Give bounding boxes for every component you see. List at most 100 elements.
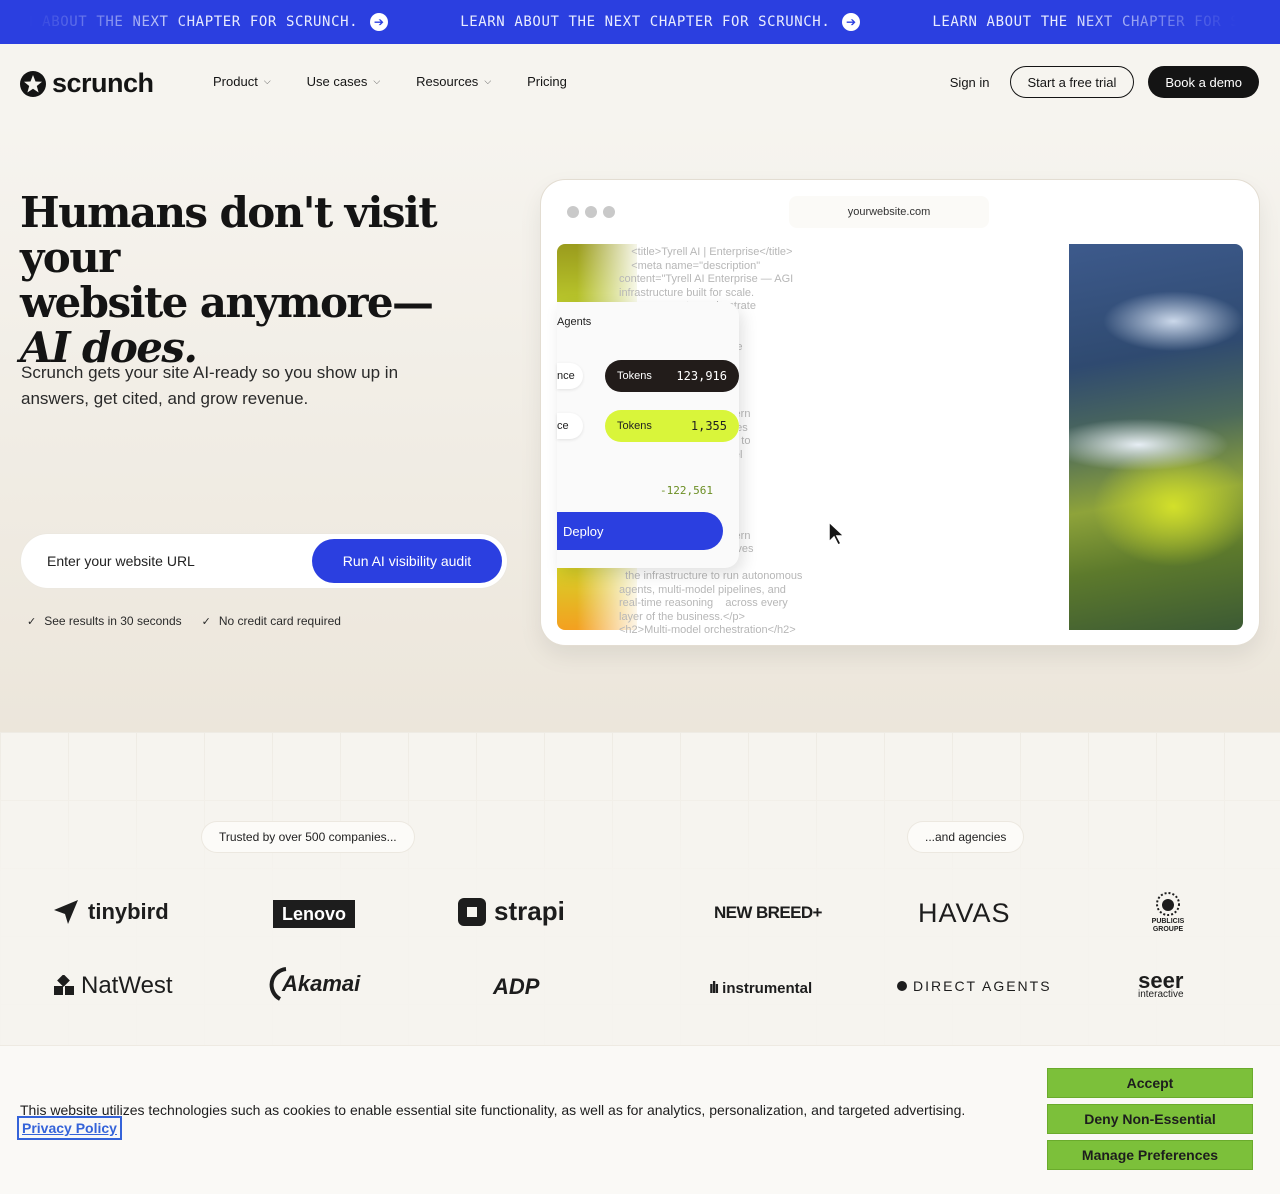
nav-resources[interactable]: Resources ⌵ xyxy=(416,74,491,89)
hero-title-line: website anymore— xyxy=(20,278,434,327)
banner-message[interactable]: LEARN ABOUT THE NEXT CHAPTER FOR SCRUNCH… xyxy=(460,13,861,31)
brand-text: GROUPE xyxy=(1152,926,1184,933)
checkmark-icon: ✓ xyxy=(201,615,211,628)
landscape-image xyxy=(1069,244,1243,630)
brand-text: instrumental xyxy=(722,979,813,997)
dot-icon xyxy=(897,981,907,991)
logos-section: Trusted by over 500 companies... ...and … xyxy=(0,732,1280,1052)
browser-mockup: yourwebsite.com <title>Tyrell AI | Enter… xyxy=(541,180,1259,645)
logo-strapi: strapi xyxy=(458,896,565,927)
checkmark-icon: ✓ xyxy=(27,615,37,628)
chevron-down-icon: ⌵ xyxy=(484,76,492,86)
tokens-label: Tokens xyxy=(617,420,652,432)
brand-text: seer xyxy=(1138,968,1184,993)
banner-fade-left xyxy=(0,0,200,44)
book-demo-button[interactable]: Book a demo xyxy=(1148,66,1259,98)
scrunch-star-icon xyxy=(20,70,46,97)
hero-section: Humans don't visit your website anymore—… xyxy=(0,120,1280,732)
logo-havas: HAVAS xyxy=(918,898,1011,928)
logo-text: scrunch xyxy=(52,68,154,98)
banner-fade-right xyxy=(1060,0,1280,44)
site-header: scrunch Product ⌵ Use cases ⌵ Resources ⌵ P… xyxy=(0,44,1280,120)
arrow-right-icon: ➔ xyxy=(370,13,389,31)
logo-akamai: Akamai xyxy=(266,966,360,1002)
bird-icon xyxy=(54,900,78,924)
trusted-tag: Trusted by over 500 companies... xyxy=(202,822,414,852)
strapi-icon xyxy=(458,897,486,926)
window-dot xyxy=(567,206,579,218)
arrow-right-icon: ➔ xyxy=(842,13,861,31)
tokens-value: 1,355 xyxy=(690,419,727,433)
window-dot xyxy=(585,206,597,218)
logo-tinybird: tinybird xyxy=(52,898,169,926)
privacy-policy-link[interactable]: Privacy Policy xyxy=(17,1116,122,1140)
address-bar: yourwebsite.com xyxy=(789,196,989,228)
lion-crest-icon xyxy=(1156,892,1180,916)
row-stub: nce xyxy=(557,363,583,389)
announcement-banner[interactable]: LEARN ABOUT THE NEXT CHAPTER FOR SCRUNCH… xyxy=(0,0,1280,44)
logo[interactable]: scrunch xyxy=(20,68,154,99)
hero-checks: ✓ See results in 30 seconds ✓ No credit ca… xyxy=(27,614,361,628)
code-line: infrastructure built for scale. xyxy=(619,286,755,299)
nav-label: Resources xyxy=(416,74,479,89)
tokens-pill-dark: Tokens 123,916 xyxy=(605,360,739,392)
nav-pricing[interactable]: Pricing xyxy=(527,74,567,89)
deny-non-essential-button[interactable]: Deny Non-Essential xyxy=(1047,1104,1253,1134)
window-dot xyxy=(603,206,615,218)
brand-text: NatWest xyxy=(81,972,173,999)
check-text: See results in 30 seconds xyxy=(44,614,182,628)
code-line: <title>Tyrell AI | Enterprise</title> xyxy=(619,246,793,258)
chevron-down-icon: ⌵ xyxy=(373,76,381,86)
code-line: the infrastructure to run autonomous xyxy=(619,570,803,582)
check-item: ✓ No credit card required xyxy=(202,614,341,628)
row-stub: ce xyxy=(557,413,583,439)
hero-title: Humans don't visit your website anymore—… xyxy=(20,190,500,370)
tokens-label: Tokens xyxy=(617,370,652,382)
code-line: content="Tyrell AI Enterprise — AGI xyxy=(619,273,794,285)
hero-subtitle: Scrunch gets your site AI-ready so you s… xyxy=(21,363,399,408)
header-actions: Sign in Start a free trial Book a demo xyxy=(950,66,1259,98)
tokens-delta: -122,561 xyxy=(660,484,713,497)
logo-adp: ADP xyxy=(493,974,540,999)
run-audit-button[interactable]: Run AI visibility audit xyxy=(312,539,502,583)
banner-text: LEARN ABOUT THE NEXT CHAPTER FOR SCRUNCH… xyxy=(460,14,831,30)
brand-text: tinybird xyxy=(88,899,169,924)
code-line: layer of the business.</p> xyxy=(619,610,745,623)
nav-label: Use cases xyxy=(306,74,368,89)
logo-natwest: NatWest xyxy=(53,972,173,1000)
logo-direct-agents: DIRECT AGENTS xyxy=(897,978,1052,994)
hero-title-line: Humans don't visit your xyxy=(20,188,438,282)
logo-new-breed: NEW BREED+ xyxy=(714,903,822,922)
code-line: agents, multi-model pipelines, and xyxy=(619,583,786,596)
url-audit-form: Run AI visibility audit xyxy=(21,534,507,588)
window-dots xyxy=(567,206,621,218)
nav-label: Product xyxy=(213,74,258,89)
agencies-tag: ...and agencies xyxy=(908,822,1024,852)
tokens-pill-lime: Tokens 1,355 xyxy=(605,410,739,442)
mouse-pointer-icon xyxy=(827,520,849,551)
manage-preferences-button[interactable]: Manage Preferences xyxy=(1047,1140,1253,1170)
logos-overlay xyxy=(0,732,1280,1052)
check-item: ✓ See results in 30 seconds xyxy=(27,614,182,628)
logo-publicis: PUBLICIS GROUPE xyxy=(1140,890,1196,934)
cookie-banner: This website utilizes technologies such … xyxy=(0,1046,1280,1194)
accept-cookies-button[interactable]: Accept xyxy=(1047,1068,1253,1098)
start-free-trial-button[interactable]: Start a free trial xyxy=(1009,66,1135,98)
logo-seer: seer interactive xyxy=(1138,968,1184,1000)
website-url-input[interactable] xyxy=(47,534,307,588)
brand-text: DIRECT AGENTS xyxy=(913,978,1052,994)
brand-text: Akamai xyxy=(282,971,361,996)
logo-instrumental: ılı instrumental xyxy=(709,978,812,998)
main-nav: Product ⌵ Use cases ⌵ Resources ⌵ Pricing xyxy=(213,74,603,89)
nav-product[interactable]: Product ⌵ xyxy=(213,74,271,89)
brand-text: strapi xyxy=(494,896,565,926)
chevron-down-icon: ⌵ xyxy=(263,76,271,86)
code-line: <meta name="description" xyxy=(619,259,761,272)
sign-in-link[interactable]: Sign in xyxy=(950,75,990,90)
tokens-value: 123,916 xyxy=(676,369,727,383)
nav-use-cases[interactable]: Use cases ⌵ xyxy=(307,74,381,89)
agents-panel: Agents nce Tokens 123,916 ce Tokens 1,35… xyxy=(557,302,739,568)
deploy-button[interactable]: Deploy xyxy=(557,512,723,550)
brand-text: PUBLICIS xyxy=(1151,918,1185,925)
cookie-text: This website utilizes technologies such … xyxy=(20,1102,966,1118)
